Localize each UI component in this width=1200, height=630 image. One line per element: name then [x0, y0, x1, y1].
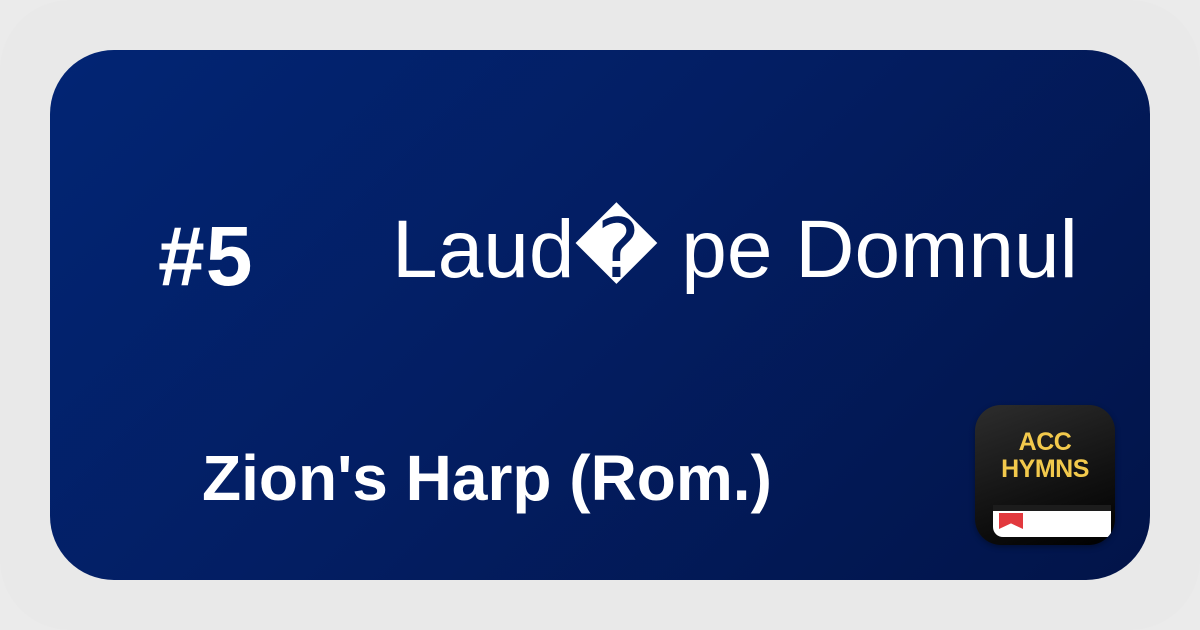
acc-hymns-app-icon: ACC HYMNS — [975, 405, 1115, 545]
app-icon-line1: ACC — [1018, 428, 1072, 456]
app-icon-label: ACC HYMNS — [975, 429, 1115, 483]
hymnal-name: Zion's Harp (Rom.) — [202, 442, 772, 514]
hymn-number: #5 — [158, 209, 254, 303]
app-icon-line2: HYMNS — [1001, 455, 1089, 483]
hymn-card: #5 Laud� pe Domnul Zion's Harp (Rom.) AC… — [50, 50, 1150, 580]
hymn-title: Laud� pe Domnul — [392, 204, 1078, 295]
page-background: #5 Laud� pe Domnul Zion's Harp (Rom.) AC… — [0, 0, 1200, 630]
